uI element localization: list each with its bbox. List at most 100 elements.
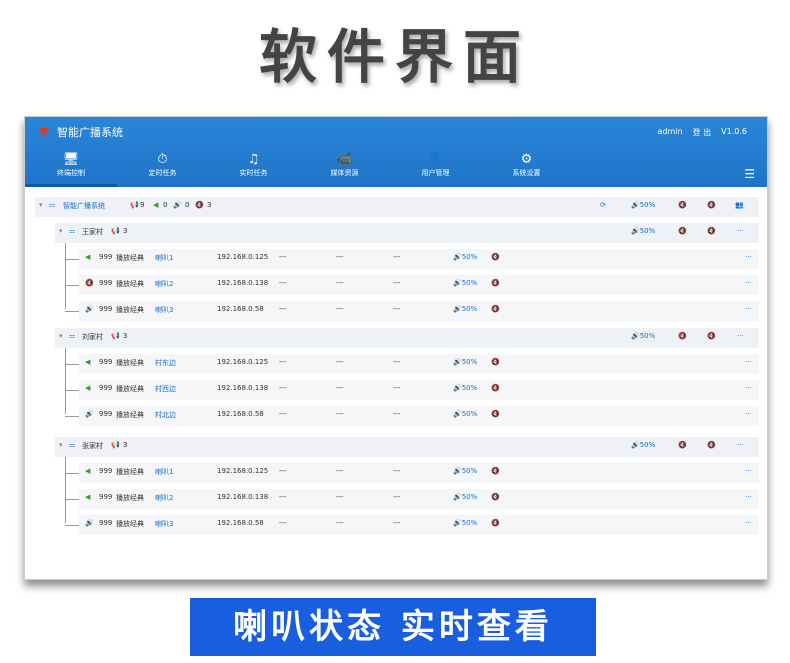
more-button[interactable]: ··· xyxy=(737,441,744,449)
mute-blue-icon[interactable]: 🔇 xyxy=(707,227,716,235)
collapse-icon[interactable]: ▾ xyxy=(59,441,63,449)
speaker-num: 999 xyxy=(99,519,113,527)
speaker-row[interactable]: 🔊 999 播放经典 喇叭3 192.168.0.58 --- --- --- 🔊50% 🔇 ··· xyxy=(79,515,759,535)
volume-control[interactable]: 🔊50% xyxy=(631,441,655,449)
volume-control[interactable]: 🔊50% xyxy=(453,467,477,475)
speaker-field: --- xyxy=(279,410,287,418)
speaker-row[interactable]: ◀ 999 播放经典 喇叭2 192.168.0.138 --- --- --- 🔊50% 🔇 ··… xyxy=(79,489,759,509)
speaker-status: 播放经典 xyxy=(116,254,144,262)
speaker-field: --- xyxy=(279,493,287,501)
volume-control[interactable]: 🔊50% xyxy=(453,358,477,366)
volume-control[interactable]: 🔊50% xyxy=(631,227,655,235)
mute-blue-icon[interactable]: 🔇 xyxy=(491,384,500,392)
tree-line xyxy=(65,416,79,417)
tab-scheduled-tasks[interactable]: ⏱ 定时任务 xyxy=(117,149,208,187)
group-count: 3 xyxy=(123,227,128,235)
speaker-row[interactable]: 🔇 999 播放经典 喇叭2 192.168.0.138 --- --- --- 🔊50% 🔇 ··… xyxy=(79,275,759,295)
mute-red-icon[interactable]: 🔇 xyxy=(678,227,687,235)
tab-media[interactable]: 📹 媒体资源 xyxy=(299,149,390,187)
volume-control[interactable]: 🔊50% xyxy=(631,332,655,340)
more-button[interactable]: ··· xyxy=(745,493,752,501)
tab-settings[interactable]: ⚙ 系统设置 xyxy=(481,149,572,187)
collapse-icon[interactable]: ▾ xyxy=(59,227,63,235)
speaker-name[interactable]: 村北边 xyxy=(155,410,176,420)
group-row[interactable]: ▾ ⚏ 王家村 📢 3 🔊50% 🔇 🔇 ··· xyxy=(55,223,759,243)
speaker-field: --- xyxy=(393,384,401,392)
collapse-icon[interactable]: ▾ xyxy=(59,332,63,340)
volume-value: 50% xyxy=(461,279,478,287)
mute-blue-icon[interactable]: 🔇 xyxy=(707,332,716,340)
speaker-name[interactable]: 村东边 xyxy=(155,358,176,368)
speaker-name[interactable]: 村西边 xyxy=(155,384,176,394)
mute-blue-icon[interactable]: 🔇 xyxy=(491,519,500,527)
tab-users[interactable]: 👤 用户管理 xyxy=(390,149,481,187)
group-row[interactable]: ▾ ⚏ 张家村 📢 3 🔊50% 🔇 🔇 ··· xyxy=(55,437,759,457)
mute-red-icon[interactable]: 🔇 xyxy=(678,441,687,449)
tree-line xyxy=(65,390,79,391)
more-button[interactable]: ··· xyxy=(737,332,744,340)
speaker-ip: 192.168.0.58 xyxy=(217,410,264,418)
tab-realtime-tasks[interactable]: ♫ 实时任务 xyxy=(208,149,299,187)
speaker-field: --- xyxy=(279,253,287,261)
volume-control[interactable]: 🔊50% xyxy=(453,384,477,392)
collapse-icon[interactable]: ▾ xyxy=(39,201,43,209)
speaker-row[interactable]: ◀ 999 播放经典 喇叭1 192.168.0.125 --- --- --- 🔊50% 🔇 ··… xyxy=(79,249,759,269)
count-broadcast: 9 xyxy=(140,201,145,209)
speaker-field: --- xyxy=(393,305,401,313)
speaker-name[interactable]: 喇叭2 xyxy=(155,279,173,289)
speaker-row[interactable]: 🔊 999 播放经典 喇叭3 192.168.0.58 --- --- --- 🔊50% 🔇 ··· xyxy=(79,301,759,321)
root-row[interactable]: ▾ ⚏ 智能广播系统 📢 9 ◀ 0 🔊 0 🔇 3 ⟳ 🔊50% 🔇 🔇 👥 xyxy=(35,197,759,217)
volume-control[interactable]: 🔊50% xyxy=(453,410,477,418)
volume-control[interactable]: 🔊50% xyxy=(453,519,477,527)
speaker-name[interactable]: 喇叭3 xyxy=(155,305,173,315)
tab-terminal-control[interactable]: 🖥 终端控制 xyxy=(25,149,117,187)
speaker-num: 999 xyxy=(99,358,113,366)
speaker-name[interactable]: 喇叭1 xyxy=(155,253,173,263)
brand: 智能广播系统 xyxy=(37,124,123,140)
speaker-field: --- xyxy=(393,410,401,418)
speaker-row[interactable]: 🔊 999 播放经典 村北边 192.168.0.58 --- --- --- 🔊50% 🔇 ··· xyxy=(79,406,759,426)
volume-control[interactable]: 🔊50% xyxy=(453,305,477,313)
speaker-name[interactable]: 喇叭3 xyxy=(155,519,173,529)
speaker-name[interactable]: 喇叭1 xyxy=(155,467,173,477)
mute-blue-icon[interactable]: 🔇 xyxy=(491,253,500,261)
mute-blue-icon[interactable]: 🔇 xyxy=(491,467,500,475)
speaker-field: --- xyxy=(336,253,344,261)
mute-blue-icon[interactable]: 🔇 xyxy=(707,201,716,209)
speaker-row[interactable]: ◀ 999 播放经典 村西边 192.168.0.138 --- --- --- 🔊50% 🔇 ··… xyxy=(79,380,759,400)
mute-blue-icon[interactable]: 🔇 xyxy=(707,441,716,449)
refresh-icon[interactable]: ⟳ xyxy=(600,201,606,209)
more-button[interactable]: ··· xyxy=(745,467,752,475)
more-button[interactable]: ··· xyxy=(737,227,744,235)
volume-control[interactable]: 🔊50% xyxy=(453,253,477,261)
volume-control[interactable]: 🔊50% xyxy=(631,201,655,209)
mute-red-icon[interactable]: 🔇 xyxy=(678,332,687,340)
mute-red-icon[interactable]: 🔇 xyxy=(678,201,687,209)
volume-value: 50% xyxy=(461,493,478,501)
add-user-icon[interactable]: 👥 xyxy=(735,201,744,209)
volume-control[interactable]: 🔊50% xyxy=(453,279,477,287)
mute-blue-icon[interactable]: 🔇 xyxy=(491,305,500,313)
speaker-row[interactable]: ◀ 999 播放经典 村东边 192.168.0.125 --- --- --- 🔊50% 🔇 ··… xyxy=(79,354,759,374)
more-button[interactable]: ··· xyxy=(745,384,752,392)
music-icon: ♫ xyxy=(247,152,260,167)
more-button[interactable]: ··· xyxy=(745,410,752,418)
logout-link[interactable]: 登 出 xyxy=(693,127,712,138)
tree-line xyxy=(65,499,79,500)
more-button[interactable]: ··· xyxy=(745,253,752,261)
speaker-row[interactable]: ◀ 999 播放经典 喇叭1 192.168.0.125 --- --- --- 🔊50% 🔇 ··… xyxy=(79,463,759,483)
speaker-on-icon: 🔊 xyxy=(85,305,94,313)
mute-blue-icon[interactable]: 🔇 xyxy=(491,410,500,418)
mute-blue-icon[interactable]: 🔇 xyxy=(491,358,500,366)
group-row[interactable]: ▾ ⚏ 刘家村 📢 3 🔊50% 🔇 🔇 ··· xyxy=(55,328,759,348)
more-button[interactable]: ··· xyxy=(745,358,752,366)
more-button[interactable]: ··· xyxy=(745,305,752,313)
more-button[interactable]: ··· xyxy=(745,279,752,287)
tree-line xyxy=(65,311,79,312)
volume-control[interactable]: 🔊50% xyxy=(453,493,477,501)
menu-icon[interactable]: ☰ xyxy=(744,167,755,181)
mute-blue-icon[interactable]: 🔇 xyxy=(491,279,500,287)
mute-blue-icon[interactable]: 🔇 xyxy=(491,493,500,501)
speaker-name[interactable]: 喇叭2 xyxy=(155,493,173,503)
more-button[interactable]: ··· xyxy=(745,519,752,527)
